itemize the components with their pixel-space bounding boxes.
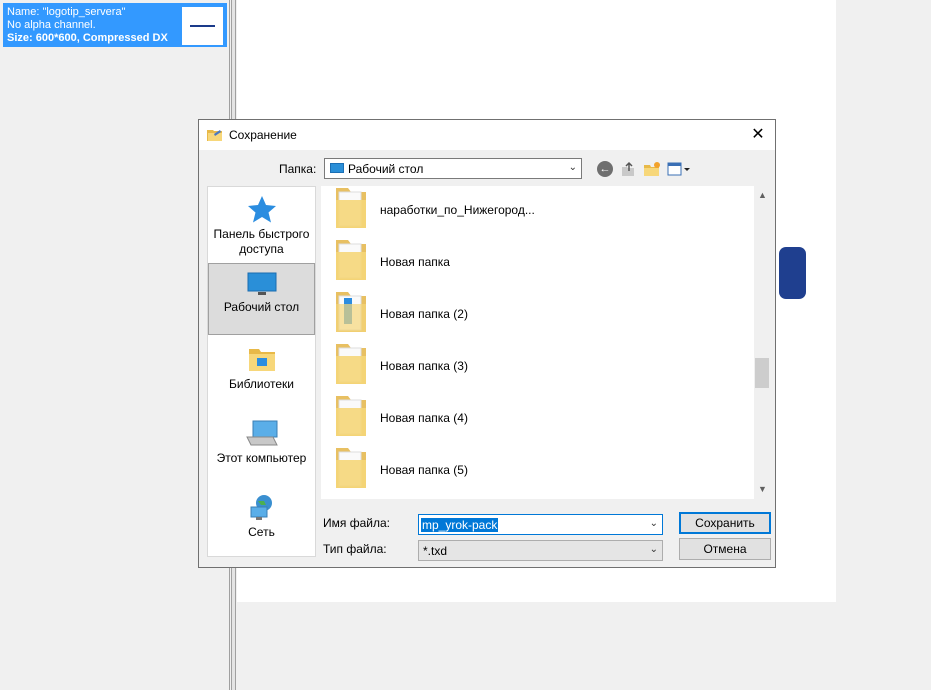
texture-alpha: No alpha channel. bbox=[7, 19, 96, 31]
texture-item-info: Name: "logotip_servera" No alpha channel… bbox=[7, 6, 168, 45]
place-quick-access[interactable]: Панель быстрого доступа bbox=[208, 195, 315, 256]
desktop-icon bbox=[247, 272, 276, 295]
place-label: Сеть bbox=[248, 525, 275, 539]
file-type-value: *.txd bbox=[423, 544, 448, 558]
network-icon bbox=[250, 495, 272, 520]
places-bar: Панель быстрого доступа Рабочий стол Биб… bbox=[207, 186, 316, 557]
desktop-icon bbox=[330, 163, 344, 173]
folder-icon bbox=[336, 344, 366, 384]
look-in-combo[interactable]: Рабочий стол ⌄ bbox=[324, 158, 582, 179]
dialog-title: Сохранение bbox=[229, 128, 297, 142]
preview-image-fragment bbox=[779, 247, 806, 299]
save-dialog: Сохранение ✕ Папка: Рабочий стол ⌄ ← Пан… bbox=[198, 119, 776, 568]
scroll-up-icon[interactable]: ▲ bbox=[758, 190, 767, 200]
list-item[interactable]: Новая папка (5) bbox=[321, 446, 741, 498]
folder-icon bbox=[336, 240, 366, 280]
list-item[interactable]: Новая папка (2) bbox=[321, 290, 741, 342]
folder-icon bbox=[336, 188, 366, 228]
place-label: Панель быстрого доступа bbox=[213, 227, 310, 256]
file-type-label: Тип файла: bbox=[323, 542, 387, 556]
chevron-down-icon: ⌄ bbox=[649, 544, 658, 555]
scrollbar-thumb[interactable] bbox=[755, 358, 769, 388]
dialog-titlebar: Сохранение ✕ bbox=[199, 120, 775, 150]
save-button[interactable]: Сохранить bbox=[679, 512, 771, 534]
folder-icon bbox=[336, 448, 366, 488]
place-this-pc[interactable]: Этот компьютер bbox=[208, 419, 315, 479]
list-item[interactable]: Новая папка (4) bbox=[321, 394, 741, 446]
file-name-label: Имя файла: bbox=[323, 516, 390, 530]
up-folder-icon[interactable] bbox=[620, 161, 636, 177]
file-name: Новая папка (4) bbox=[380, 411, 468, 425]
look-in-label: Папка: bbox=[279, 162, 317, 176]
file-name-field[interactable]: mp_yrok-pack ⌄ bbox=[418, 514, 663, 535]
texture-list-pane: Name: "logotip_servera" No alpha channel… bbox=[0, 0, 230, 690]
place-libraries[interactable]: Библиотеки bbox=[208, 345, 315, 405]
file-name: Новая папка (5) bbox=[380, 463, 468, 477]
file-name: наработки_по_Нижегород... bbox=[380, 203, 535, 217]
file-list-scrollbar[interactable]: ▲ ▼ bbox=[754, 186, 771, 499]
scroll-down-icon[interactable]: ▼ bbox=[758, 484, 767, 494]
save-folder-icon bbox=[207, 130, 222, 141]
place-label: Рабочий стол bbox=[223, 300, 300, 314]
texture-thumbnail bbox=[181, 6, 224, 46]
folder-icon bbox=[336, 396, 366, 436]
texture-name: Name: "logotip_servera" bbox=[7, 6, 126, 18]
cancel-button[interactable]: Отмена bbox=[679, 538, 771, 560]
view-menu-icon[interactable] bbox=[667, 161, 691, 177]
file-name: Новая папка (3) bbox=[380, 359, 468, 373]
chevron-down-icon[interactable]: ⌄ bbox=[650, 518, 658, 529]
file-list: наработки_по_Нижегород... Новая папка Но… bbox=[321, 186, 754, 499]
new-folder-icon[interactable] bbox=[643, 161, 661, 177]
list-item[interactable]: Новая папка bbox=[321, 238, 741, 290]
libraries-icon bbox=[248, 349, 275, 371]
texture-size: Size: 600*600, Compressed DX bbox=[7, 32, 168, 44]
place-label: Этот компьютер bbox=[216, 451, 307, 465]
file-name: Новая папка (2) bbox=[380, 307, 468, 321]
file-name-value: mp_yrok-pack bbox=[421, 518, 499, 532]
place-label: Библиотеки bbox=[228, 377, 294, 391]
list-item[interactable]: наработки_по_Нижегород... bbox=[321, 186, 741, 238]
file-name: Новая папка bbox=[380, 255, 450, 269]
close-button[interactable]: ✕ bbox=[741, 120, 775, 150]
place-network[interactable]: Сеть bbox=[208, 493, 315, 553]
star-icon bbox=[247, 196, 276, 223]
folder-icon bbox=[336, 292, 366, 332]
texture-list-item[interactable]: Name: "logotip_servera" No alpha channel… bbox=[3, 3, 227, 47]
look-in-value: Рабочий стол bbox=[348, 162, 424, 176]
back-arrow-icon[interactable]: ← bbox=[597, 161, 613, 177]
computer-icon bbox=[245, 420, 278, 446]
chevron-down-icon: ⌄ bbox=[568, 162, 577, 173]
list-item[interactable]: Новая папка (3) bbox=[321, 342, 741, 394]
place-desktop[interactable]: Рабочий стол bbox=[208, 263, 315, 335]
file-type-combo[interactable]: *.txd ⌄ bbox=[418, 540, 663, 561]
